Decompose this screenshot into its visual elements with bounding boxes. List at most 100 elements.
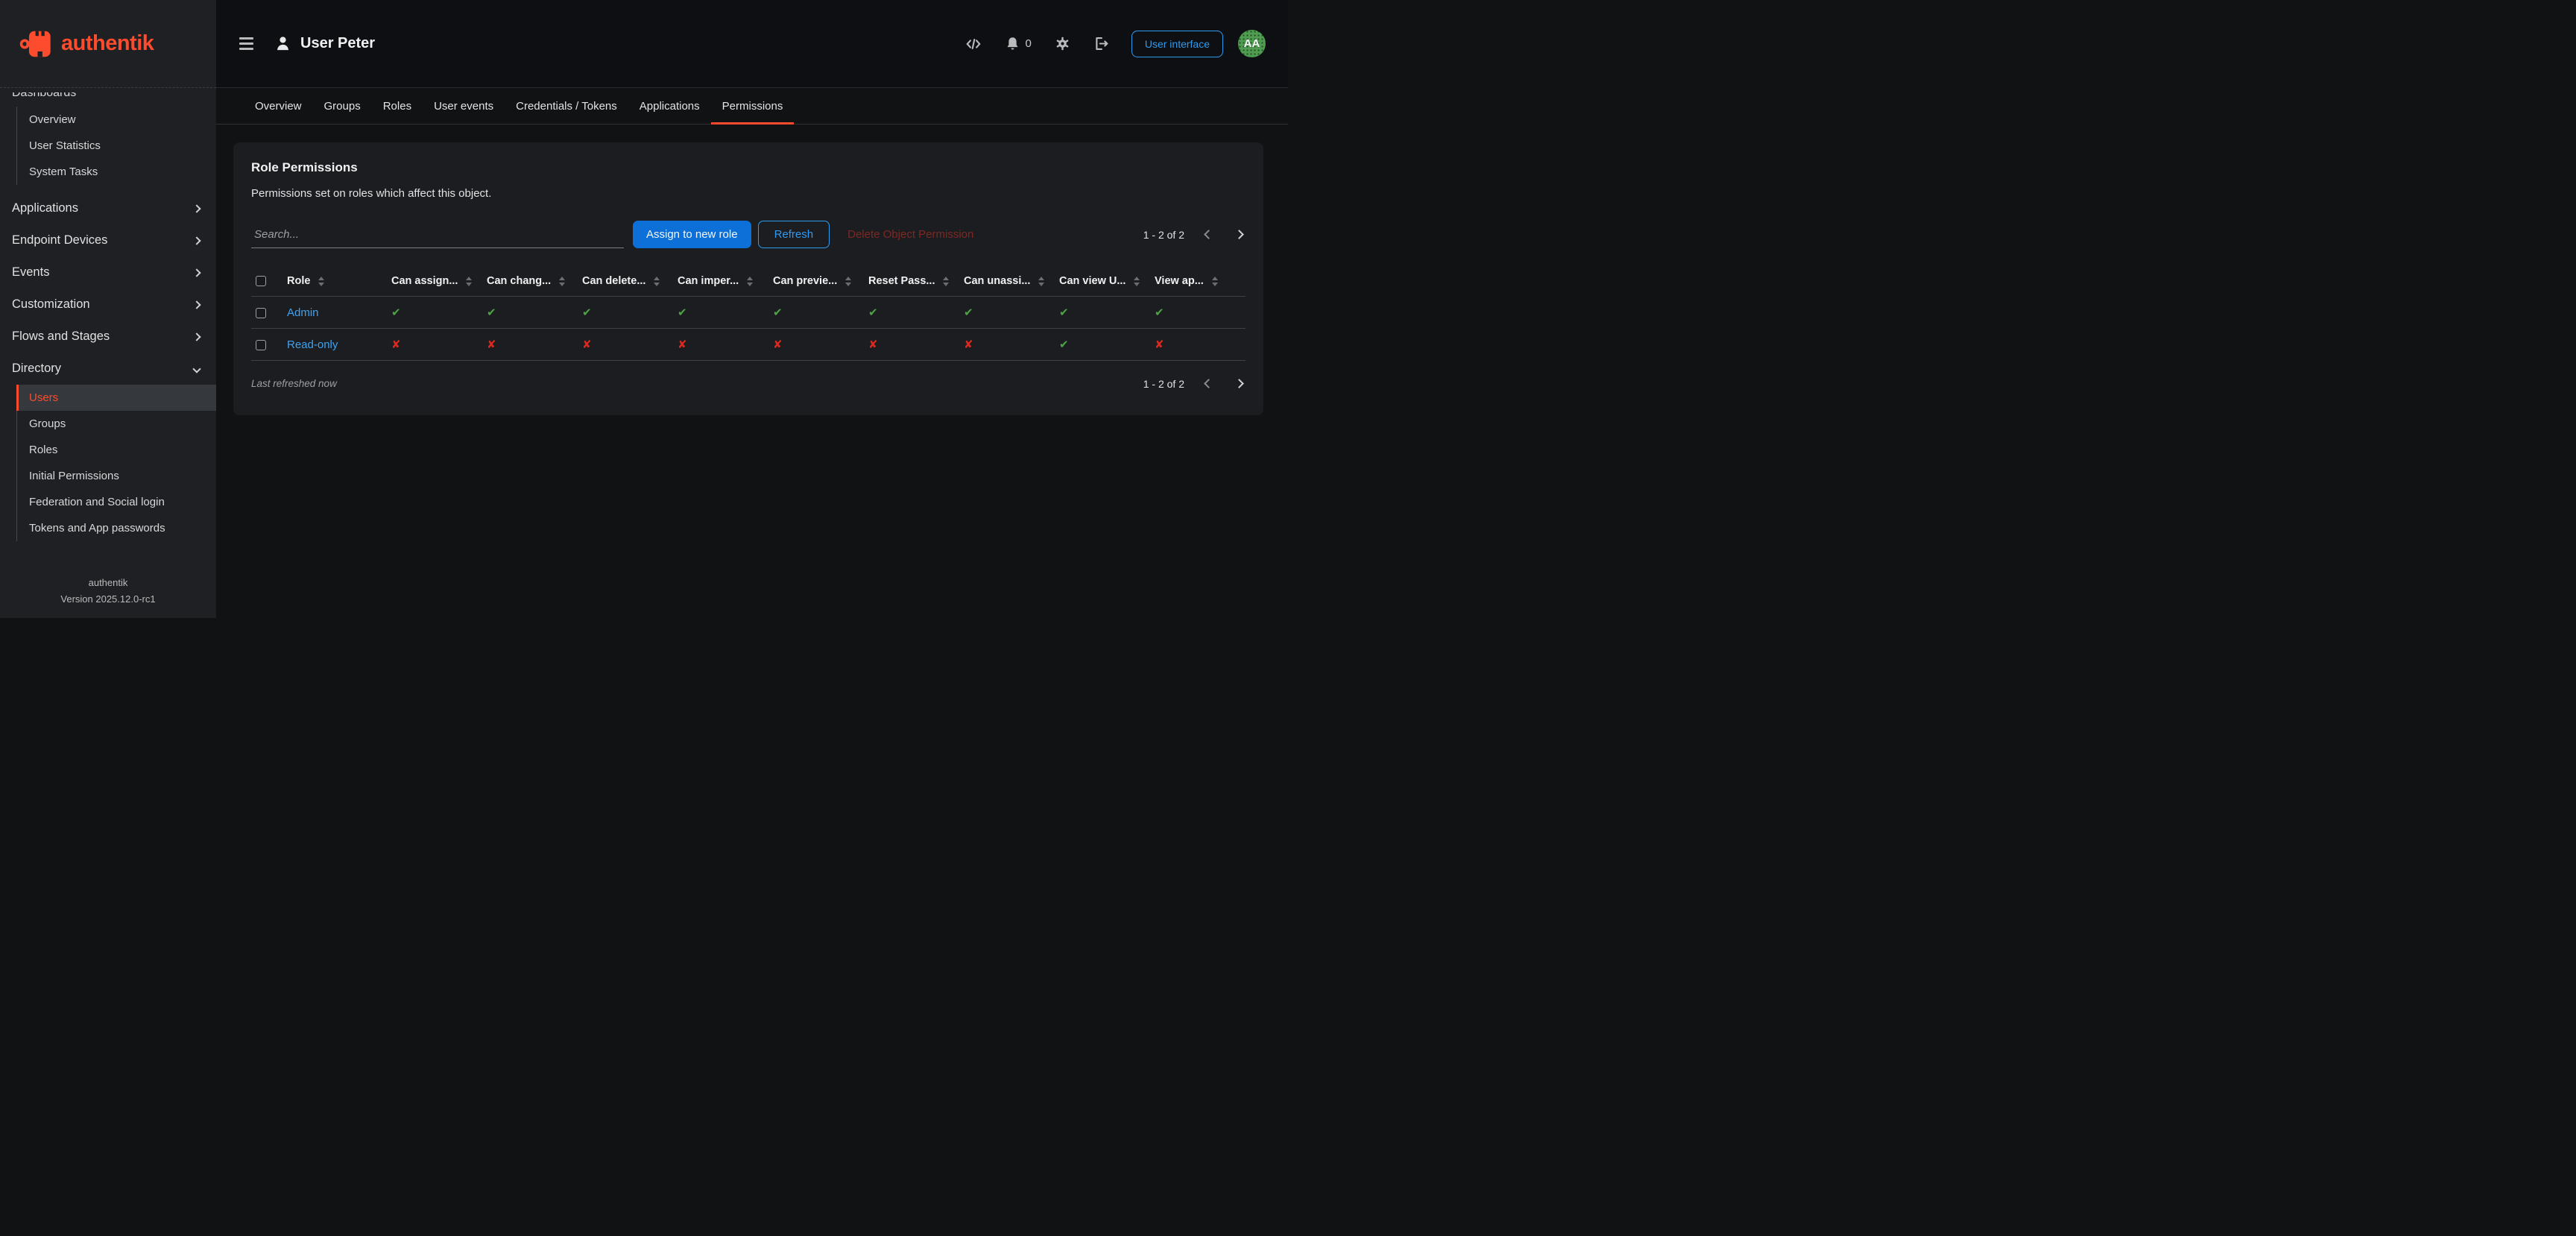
sidebar-item-directory[interactable]: Directory <box>0 353 216 385</box>
sort-icon <box>1038 277 1044 286</box>
directory-submenu: UsersGroups Roles Initial PermissionsFeder… <box>16 385 216 541</box>
previous-page-button[interactable] <box>1202 228 1215 241</box>
dashboards-submenu: Overview User Statistics System Tasks <box>16 107 216 185</box>
refresh-button[interactable]: Refresh <box>758 221 830 248</box>
row-checkbox[interactable] <box>256 308 266 318</box>
chevron-right-icon <box>192 204 201 212</box>
sidebar-toggle-button[interactable] <box>235 33 258 54</box>
role-link[interactable]: Read-only <box>287 338 338 351</box>
granted-icon: ✔ <box>1059 338 1069 351</box>
code-icon <box>965 36 982 52</box>
chevron-right-icon <box>1234 379 1244 388</box>
sidebar-item-system-tasks[interactable]: System Tasks <box>16 159 216 185</box>
sidebar-item-federation-and-social-login[interactable]: Federation and Social login <box>16 489 216 515</box>
sidebar-item-overview[interactable]: Overview <box>16 107 216 133</box>
column-header-can-assign[interactable]: Can assign... <box>387 266 482 297</box>
tab-label: Roles <box>383 100 411 113</box>
role-permissions-card: Role Permissions Permissions set on role… <box>233 142 1263 415</box>
denied-icon: ✘ <box>868 338 878 351</box>
granted-icon: ✔ <box>391 306 401 319</box>
role-link[interactable]: Admin <box>287 306 319 319</box>
sidebar-item-label: Roles <box>29 444 57 456</box>
tab-label: Permissions <box>722 100 783 113</box>
sidebar-item-events[interactable]: Events <box>0 256 216 288</box>
sidebar-logo-area: authentik <box>0 0 216 88</box>
chevron-left-icon <box>1204 379 1213 388</box>
sort-icon <box>943 277 949 286</box>
sidebar-item-user-statistics[interactable]: User Statistics <box>16 133 216 159</box>
denied-icon: ✘ <box>678 338 687 351</box>
search-input[interactable] <box>251 221 624 248</box>
column-header-can-chang[interactable]: Can chang... <box>482 266 578 297</box>
avatar[interactable]: AA <box>1238 30 1266 57</box>
sidebar-section-dashboards: Dashboards <box>12 92 216 101</box>
denied-icon: ✘ <box>487 338 496 351</box>
tab-label: Credentials / Tokens <box>516 100 617 113</box>
tab-credentials-tokens[interactable]: Credentials / Tokens <box>505 88 628 124</box>
sidebar-item-roles[interactable]: Roles <box>16 437 216 463</box>
main-content: Overview Groups Roles User events Credential… <box>216 88 1288 618</box>
sidebar-item-tokens-and-app-passwords[interactable]: Tokens and App passwords <box>16 515 216 541</box>
sort-icon <box>318 277 324 286</box>
tab-overview[interactable]: Overview <box>244 88 313 124</box>
previous-page-button[interactable] <box>1202 377 1215 390</box>
sidebar-item-label: Endpoint Devices <box>12 233 107 247</box>
page-title: User Peter <box>300 35 375 52</box>
api-code-button[interactable] <box>964 34 983 54</box>
tab-groups[interactable]: Groups <box>313 88 372 124</box>
denied-icon: ✘ <box>964 338 973 351</box>
column-header-role[interactable]: Role <box>282 266 387 297</box>
column-header-view-ap[interactable]: View ap... <box>1150 266 1246 297</box>
sidebar-item-label: Tokens and App passwords <box>29 522 165 535</box>
column-label: Can unassi... <box>964 275 1030 287</box>
tab-permissions[interactable]: Permissions <box>711 88 795 124</box>
chevron-right-icon <box>1234 230 1244 239</box>
select-all-checkbox[interactable] <box>256 276 266 286</box>
assign-to-new-role-button[interactable]: Assign to new role <box>633 221 751 248</box>
sort-icon <box>1134 277 1140 286</box>
next-page-button[interactable] <box>1233 228 1246 241</box>
delete-object-permission-button[interactable]: Delete Object Permission <box>847 228 973 241</box>
granted-icon: ✔ <box>1059 306 1069 319</box>
masthead-icons: 0 <box>964 34 1111 54</box>
tab-roles[interactable]: Roles <box>372 88 423 124</box>
sidebar-item-endpoint-devices[interactable]: Endpoint Devices <box>0 224 216 256</box>
chevron-right-icon <box>192 300 201 309</box>
sidebar-item-customization[interactable]: Customization <box>0 288 216 321</box>
permissions-table: Role Can assign... Can chang... Can delete.… <box>251 266 1246 361</box>
footer-version: Version 2025.12.0-rc1 <box>0 591 216 608</box>
column-header-can-view-u[interactable]: Can view U... <box>1055 266 1150 297</box>
column-header-can-imper[interactable]: Can imper... <box>673 266 768 297</box>
column-header-reset-pass[interactable]: Reset Pass... <box>864 266 959 297</box>
sort-icon <box>654 277 660 286</box>
column-header-can-unassi[interactable]: Can unassi... <box>959 266 1055 297</box>
settings-button[interactable] <box>1053 34 1072 53</box>
user-interface-button[interactable]: User interface <box>1131 31 1223 57</box>
column-label: Can delete... <box>582 275 645 287</box>
logout-button[interactable] <box>1092 34 1111 53</box>
column-label: Role <box>287 275 310 287</box>
last-refreshed-text: Last refreshed now <box>251 378 337 389</box>
sidebar-item-label: User Statistics <box>29 139 101 152</box>
column-header-can-delete[interactable]: Can delete... <box>578 266 673 297</box>
column-label: Can chang... <box>487 275 551 287</box>
card-description: Permissions set on roles which affect th… <box>251 187 1246 200</box>
tab-user-events[interactable]: User events <box>423 88 505 124</box>
tab-label: Overview <box>255 100 302 113</box>
sidebar-item-initial-permissions[interactable]: Initial Permissions <box>16 463 216 489</box>
chevron-right-icon <box>192 332 201 341</box>
notifications-button[interactable]: 0 <box>1003 34 1033 53</box>
card-title: Role Permissions <box>251 160 1246 175</box>
column-header-can-previe[interactable]: Can previe... <box>768 266 864 297</box>
sidebar-item-users[interactable]: Users <box>16 385 216 411</box>
sidebar-footer: authentik Version 2025.12.0-rc1 <box>0 575 216 618</box>
sidebar-item-groups[interactable]: Groups <box>16 411 216 437</box>
row-checkbox[interactable] <box>256 340 266 350</box>
pagination-top: 1 - 2 of 2 <box>1143 228 1246 241</box>
denied-icon: ✘ <box>391 338 401 351</box>
sidebar-item-flows-and-stages[interactable]: Flows and Stages <box>0 321 216 353</box>
sidebar-item-applications[interactable]: Applications <box>0 192 216 224</box>
tab-applications[interactable]: Applications <box>628 88 711 124</box>
next-page-button[interactable] <box>1233 377 1246 390</box>
sort-icon <box>747 277 753 286</box>
